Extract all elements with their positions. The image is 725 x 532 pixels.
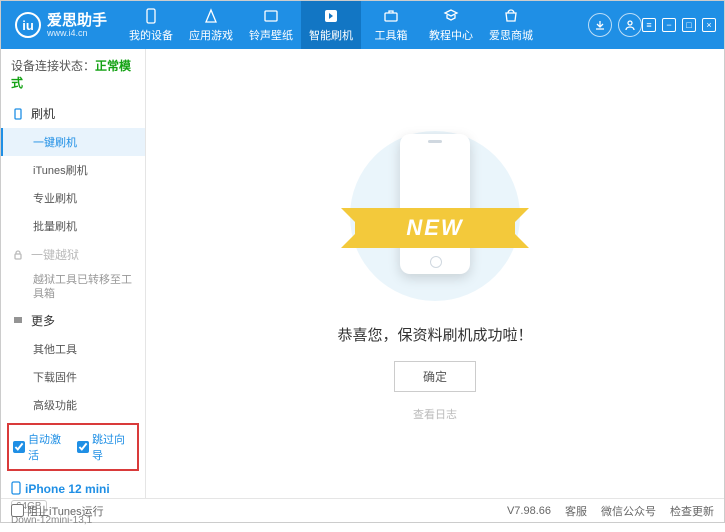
tab-apps[interactable]: 应用游戏 [181,1,241,49]
sidebar-item-pro-flash[interactable]: 专业刷机 [1,184,145,212]
sidebar-item-advanced[interactable]: 高级功能 [1,391,145,419]
tab-flash[interactable]: 智能刷机 [301,1,361,49]
sidebar-item-oneclick-flash[interactable]: 一键刷机 [1,128,145,156]
app-url: www.i4.cn [47,28,107,38]
sidebar-item-batch-flash[interactable]: 批量刷机 [1,212,145,240]
sidebar-item-itunes-flash[interactable]: iTunes刷机 [1,156,145,184]
jailbreak-note: 越狱工具已转移至工具箱 [1,269,145,306]
tab-ringtones[interactable]: 铃声壁纸 [241,1,301,49]
section-jailbreak: 一键越狱 [1,240,145,269]
success-illustration: NEW [345,126,525,306]
app-name: 爱思助手 [47,13,107,28]
tutorial-icon [442,7,460,25]
close-button[interactable]: × [702,18,716,32]
tab-tutorials[interactable]: 教程中心 [421,1,481,49]
phone-icon [142,7,160,25]
new-ribbon: NEW [355,208,515,248]
sidebar-item-other-tools[interactable]: 其他工具 [1,335,145,363]
view-log-link[interactable]: 查看日志 [413,406,457,422]
device-phone-icon [11,481,21,498]
maximize-button[interactable]: □ [682,18,696,32]
version-label: V7.98.66 [507,505,551,517]
main-tabs: 我的设备 应用游戏 铃声壁纸 智能刷机 工具箱 教程中心 爱思商城 [121,1,582,49]
section-more[interactable]: 更多 [1,306,145,335]
tab-my-device[interactable]: 我的设备 [121,1,181,49]
more-icon [11,313,25,327]
checkbox-block-itunes[interactable]: 阻止iTunes运行 [11,503,104,519]
support-link[interactable]: 客服 [565,503,587,519]
success-message: 恭喜您，保资料刷机成功啦！ [337,324,532,345]
ok-button[interactable]: 确定 [394,361,476,392]
sidebar-item-download-firmware[interactable]: 下载固件 [1,363,145,391]
account-button[interactable] [618,13,642,37]
logo-area: iu 爱思助手 www.i4.cn [1,12,121,38]
apps-icon [202,7,220,25]
download-button[interactable] [588,13,612,37]
main-content: NEW 恭喜您，保资料刷机成功啦！ 确定 查看日志 [146,49,724,498]
wechat-link[interactable]: 微信公众号 [601,503,656,519]
toolbox-icon [382,7,400,25]
sidebar: 设备连接状态：正常模式 刷机 一键刷机 iTunes刷机 专业刷机 批量刷机 一… [1,49,146,498]
device-status: 设备连接状态：正常模式 [1,49,145,99]
menu-button[interactable]: ≡ [642,18,656,32]
update-link[interactable]: 检查更新 [670,503,714,519]
section-flash[interactable]: 刷机 [1,99,145,128]
window-controls: ≡ − □ × [642,18,724,32]
wallpaper-icon [262,7,280,25]
checkbox-skip-guide[interactable]: 跳过向导 [77,431,133,463]
lock-icon [11,248,25,262]
checkbox-auto-activate[interactable]: 自动激活 [13,431,69,463]
minimize-button[interactable]: − [662,18,676,32]
tab-store[interactable]: 爱思商城 [481,1,541,49]
phone-outline-icon [11,107,25,121]
options-highlight-box: 自动激活 跳过向导 [7,423,139,471]
flash-icon [322,7,340,25]
store-icon [502,7,520,25]
app-logo-icon: iu [15,12,41,38]
title-bar: iu 爱思助手 www.i4.cn 我的设备 应用游戏 铃声壁纸 智能刷机 工具… [1,1,724,49]
tab-toolbox[interactable]: 工具箱 [361,1,421,49]
